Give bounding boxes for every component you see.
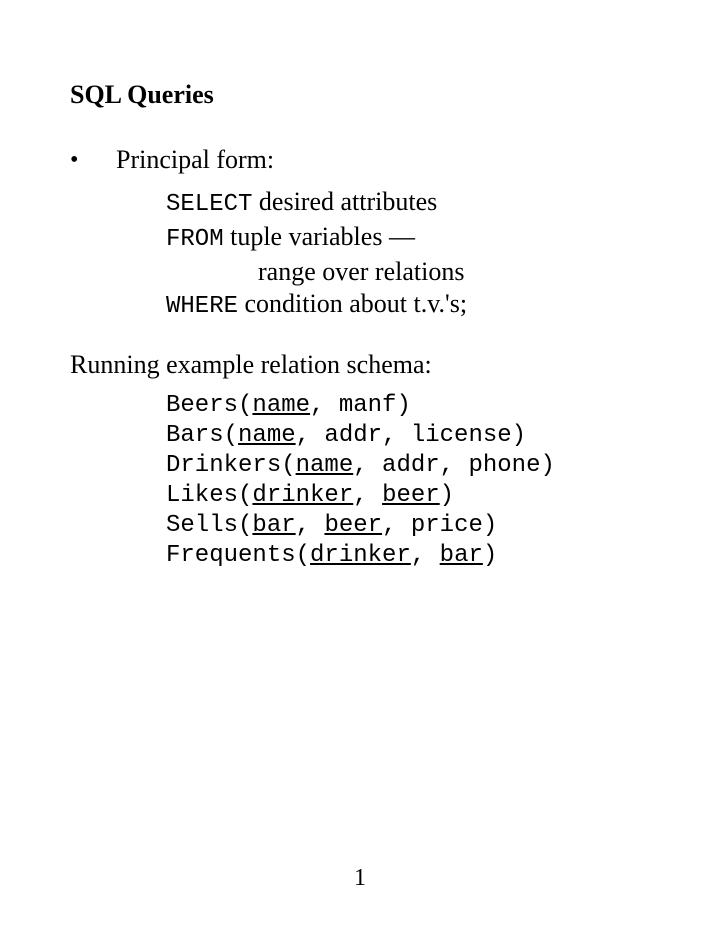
where-line: WHERE condition about t.v.'s; (166, 288, 650, 323)
select-keyword: SELECT (166, 191, 252, 218)
key-attr: drinker (252, 482, 353, 509)
key-attr: bar (252, 512, 295, 539)
principal-form-row: • Principal form: (70, 144, 650, 176)
schema-line-frequents: Frequents(drinker, bar) (166, 541, 650, 571)
rel-name: Frequents( (166, 542, 310, 569)
from-keyword: FROM (166, 226, 224, 253)
schema-line-likes: Likes(drinker, beer) (166, 481, 650, 511)
schema-block: Beers(name, manf) Bars(name, addr, licen… (166, 391, 650, 571)
principal-form-block: SELECT desired attributes FROM tuple var… (166, 186, 650, 323)
schema-line-beers: Beers(name, manf) (166, 391, 650, 421)
sep: , (411, 542, 440, 569)
where-rest: condition about t.v.'s; (238, 289, 467, 318)
schema-line-bars: Bars(name, addr, license) (166, 421, 650, 451)
rel-name: Sells( (166, 512, 252, 539)
rest-attrs: ) (483, 542, 497, 569)
rest-attrs: , addr, license) (296, 422, 526, 449)
where-keyword: WHERE (166, 293, 238, 320)
select-rest: desired attributes (252, 187, 437, 216)
page: SQL Queries • Principal form: SELECT des… (0, 0, 720, 932)
from-rest: tuple variables — (224, 222, 415, 251)
rest-attrs: , manf) (310, 392, 411, 419)
rel-name: Bars( (166, 422, 238, 449)
page-number: 1 (0, 865, 720, 892)
rest-attrs: , addr, phone) (353, 452, 555, 479)
bullet-icon: • (70, 144, 116, 176)
key-attr: name (296, 452, 354, 479)
key-attr: drinker (310, 542, 411, 569)
principal-form-label: Principal form: (116, 144, 274, 176)
key-attr-2: bar (440, 542, 483, 569)
key-attr-2: beer (324, 512, 382, 539)
sep: , (296, 512, 325, 539)
schema-subhead: Running example relation schema: (70, 349, 650, 381)
rest-attrs: ) (440, 482, 454, 509)
page-title: SQL Queries (70, 80, 650, 110)
sep: , (353, 482, 382, 509)
schema-line-sells: Sells(bar, beer, price) (166, 511, 650, 541)
rel-name: Likes( (166, 482, 252, 509)
rel-name: Drinkers( (166, 452, 296, 479)
key-attr: name (238, 422, 296, 449)
key-attr: name (252, 392, 310, 419)
range-text: range over relations (258, 257, 464, 286)
select-line: SELECT desired attributes (166, 186, 650, 221)
rest-attrs: , price) (382, 512, 497, 539)
range-line: range over relations (166, 256, 650, 288)
rel-name: Beers( (166, 392, 252, 419)
schema-line-drinkers: Drinkers(name, addr, phone) (166, 451, 650, 481)
from-line: FROM tuple variables — (166, 221, 650, 256)
key-attr-2: beer (382, 482, 440, 509)
